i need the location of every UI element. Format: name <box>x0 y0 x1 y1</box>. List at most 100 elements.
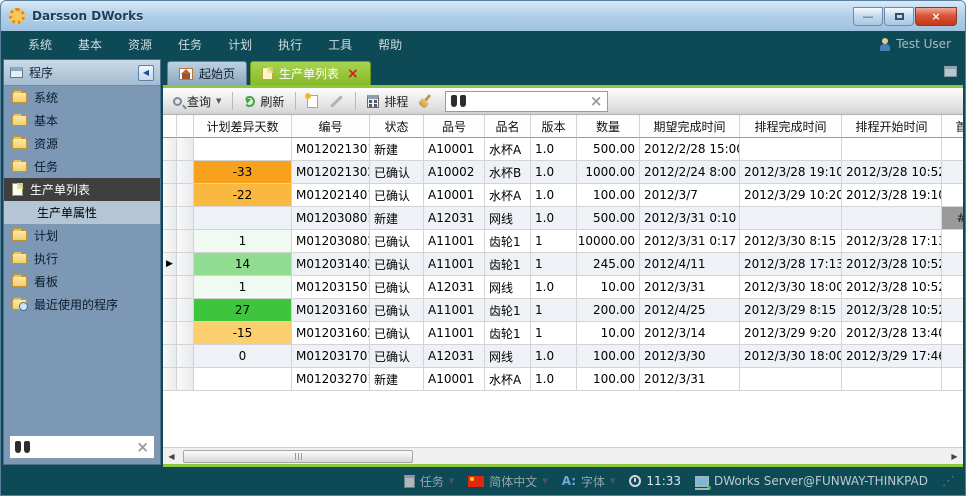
minimize-button[interactable]: — <box>853 7 883 26</box>
maximize-button[interactable] <box>884 7 914 26</box>
cell-extra <box>942 138 963 161</box>
menu-item[interactable]: 系统 <box>15 32 65 57</box>
column-header-diff[interactable]: 计划差异天数 <box>194 115 292 138</box>
scrollbar-thumb[interactable] <box>183 450 413 463</box>
chevron-down-icon: ▼ <box>542 477 547 485</box>
scroll-left-icon[interactable]: ◀ <box>163 448 180 464</box>
table-row[interactable]: -33M012021302已确认A10002水杯B1.01000.002012/… <box>163 161 963 184</box>
refresh-button[interactable]: 刷新 <box>241 91 287 112</box>
new-button[interactable] <box>304 93 321 110</box>
sidebar-item-system[interactable]: 系统 <box>4 86 160 109</box>
table-row[interactable]: -22M012021401已确认A10001水杯A1.0100.002012/3… <box>163 184 963 207</box>
sidebar-item-board[interactable]: 看板 <box>4 270 160 293</box>
schedule-button[interactable]: 排程 <box>364 91 411 112</box>
tab-overflow-icon[interactable] <box>944 66 957 77</box>
broom-icon <box>419 94 433 108</box>
cell-version: 1.0 <box>531 207 577 230</box>
edit-button[interactable] <box>326 98 347 105</box>
status-language-menu[interactable]: 简体中文 ▼ <box>468 473 547 490</box>
tab-production-order-list[interactable]: 生产单列表 × <box>250 61 371 85</box>
chevron-down-icon[interactable]: ▼ <box>216 97 221 105</box>
toolbar-search-clear-icon[interactable]: × <box>590 94 603 109</box>
cell-version: 1 <box>531 322 577 345</box>
query-button[interactable]: 查询 ▼ <box>170 91 224 112</box>
folder-icon <box>12 276 27 287</box>
status-task-menu[interactable]: 任务 ▼ <box>404 473 454 490</box>
table-row[interactable]: M012021301新建A10001水杯A1.0500.002012/2/28 … <box>163 138 963 161</box>
binoculars-icon <box>451 95 466 107</box>
cell-item_name: 网线 <box>485 345 531 368</box>
sidebar-item-plan[interactable]: 计划 <box>4 224 160 247</box>
folder-recent-icon <box>12 299 27 310</box>
table-row[interactable]: 1M012030802已确认A11001齿轮1110000.002012/3/3… <box>163 230 963 253</box>
sidebar-item-label: 最近使用的程序 <box>34 296 118 313</box>
sidebar-search-clear-icon[interactable]: × <box>136 440 149 455</box>
status-font-menu[interactable]: A: 字体 ▼ <box>562 473 616 490</box>
row-indicator <box>177 368 194 391</box>
sidebar-item-resource[interactable]: 资源 <box>4 132 160 155</box>
sidebar-item-basic[interactable]: 基本 <box>4 109 160 132</box>
sidebar-item-task[interactable]: 任务 <box>4 155 160 178</box>
cell-sched_end: 2012/3/28 17:13 <box>740 253 842 276</box>
column-header-qty[interactable]: 数量 <box>577 115 640 138</box>
cell-sched_end: 2012/3/29 10:20 <box>740 184 842 207</box>
column-header-sched_start[interactable]: 排程开始时间 <box>842 115 942 138</box>
cell-item_name: 网线 <box>485 276 531 299</box>
column-header-sched_end[interactable]: 排程完成时间 <box>740 115 842 138</box>
table-row[interactable]: ▶14M012031402已确认A11001齿轮11245.002012/4/1… <box>163 253 963 276</box>
sidebar-item-recent[interactable]: 最近使用的程序 <box>4 293 160 316</box>
resize-grip[interactable]: ⋰ <box>942 474 955 489</box>
sidebar-item-production-order-list[interactable]: 生产单列表 <box>4 178 160 201</box>
cell-status: 已确认 <box>370 322 424 345</box>
menu-item[interactable]: 计划 <box>215 32 265 57</box>
tab-home[interactable]: 起始页 <box>167 61 247 85</box>
column-header-code[interactable]: 编号 <box>292 115 370 138</box>
flag-icon <box>468 476 484 487</box>
sidebar-collapse-button[interactable]: ◀ <box>138 65 154 81</box>
cell-qty: 10.00 <box>577 322 640 345</box>
cell-version: 1.0 <box>531 138 577 161</box>
column-header-status[interactable]: 状态 <box>370 115 424 138</box>
table-row[interactable]: -15M012031602已确认A11001齿轮1110.002012/3/14… <box>163 322 963 345</box>
cell-sched_start: 2012/3/29 17:46 <box>842 345 942 368</box>
menu-item[interactable]: 基本 <box>65 32 115 57</box>
tab-strip: 起始页 生产单列表 × <box>163 59 963 85</box>
home-icon <box>179 68 193 80</box>
cell-status: 新建 <box>370 207 424 230</box>
cell-item_name: 水杯A <box>485 184 531 207</box>
column-header-extra[interactable]: 首 <box>942 115 963 138</box>
table-row[interactable]: M012030801新建A12031网线1.0500.002012/3/31 0… <box>163 207 963 230</box>
clean-button[interactable] <box>416 92 436 110</box>
row-indicator <box>177 184 194 207</box>
cell-version: 1.0 <box>531 276 577 299</box>
menu-item[interactable]: 执行 <box>265 32 315 57</box>
menu-item[interactable]: 工具 <box>315 32 365 57</box>
cell-due: 2012/2/24 8:00 <box>640 161 740 184</box>
sidebar-item-execute[interactable]: 执行 <box>4 247 160 270</box>
table-row[interactable]: 27M012031601已确认A11001齿轮11200.002012/4/25… <box>163 299 963 322</box>
menu-item[interactable]: 资源 <box>115 32 165 57</box>
sidebar-search-input[interactable] <box>35 439 131 455</box>
close-button[interactable]: × <box>915 7 957 26</box>
column-header-due[interactable]: 期望完成时间 <box>640 115 740 138</box>
tab-close-icon[interactable]: × <box>347 67 359 81</box>
status-bar: 任务 ▼ 简体中文 ▼ A: 字体 ▼ 11:33 DWorks Server@… <box>1 467 965 495</box>
menu-item[interactable]: 帮助 <box>365 32 415 57</box>
table-row[interactable]: 0M012031701已确认A12031网线1.0100.002012/3/30… <box>163 345 963 368</box>
cell-version: 1.0 <box>531 345 577 368</box>
horizontal-scrollbar[interactable]: ◀ ▶ <box>163 447 963 464</box>
column-header-item_no[interactable]: 品号 <box>424 115 485 138</box>
cell-diff: 27 <box>194 299 292 322</box>
column-header-item_name[interactable]: 品名 <box>485 115 531 138</box>
sidebar-item-production-order-props[interactable]: 生产单属性 <box>4 201 160 224</box>
table-row[interactable]: M012032701新建A10001水杯A1.0100.002012/3/31 <box>163 368 963 391</box>
column-header-version[interactable]: 版本 <box>531 115 577 138</box>
cell-item_name: 齿轮1 <box>485 230 531 253</box>
menu-item[interactable]: 任务 <box>165 32 215 57</box>
table-row[interactable]: 1M012031501已确认A12031网线1.010.002012/3/312… <box>163 276 963 299</box>
main-area: 程序 ◀ 系统基本资源任务生产单列表生产单属性计划执行看板最近使用的程序 × 起… <box>1 57 965 467</box>
scroll-right-icon[interactable]: ▶ <box>946 448 963 464</box>
user-menu[interactable]: Test User <box>879 37 951 51</box>
tab-active-label: 生产单列表 <box>279 65 339 82</box>
toolbar-search-input[interactable] <box>471 93 584 109</box>
